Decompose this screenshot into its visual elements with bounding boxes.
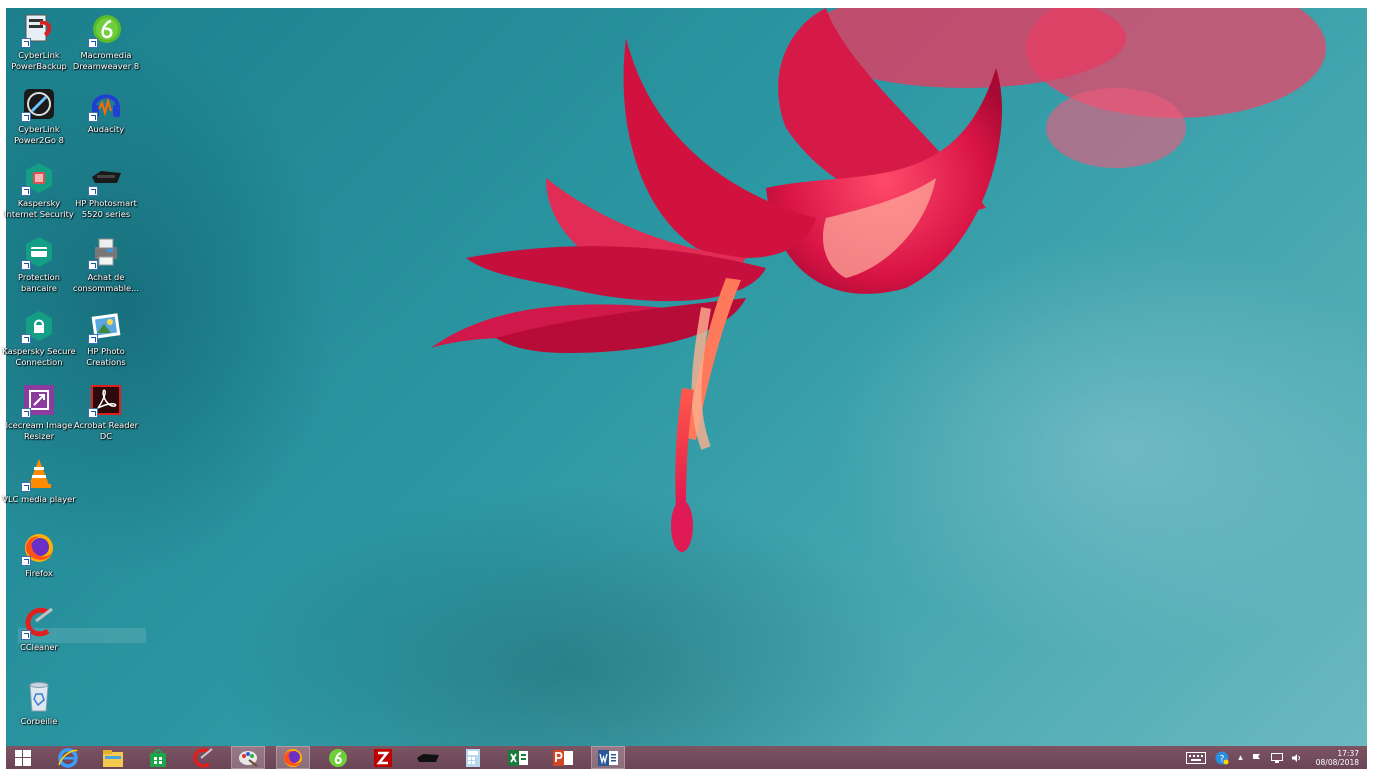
calculator-icon	[466, 748, 480, 767]
desktop-icon-achat-consommables[interactable]: Achat de consommable...	[72, 234, 140, 293]
desktop-screen: CyberLink PowerBackup Macromedia Dreamweav…	[0, 0, 1373, 769]
desktop-icon-icecream-image-resizer[interactable]: Icecream Image Resizer	[5, 382, 73, 441]
icecream-image-resizer-icon	[21, 382, 57, 418]
hp-photo-creations-icon	[88, 308, 124, 344]
desktop-icon-dreamweaver[interactable]: Macromedia Dreamweaver 8	[72, 12, 140, 71]
desktop-icon-label: CyberLink Power2Go 8	[14, 124, 64, 145]
desktop-icon-corbeille[interactable]: Corbeille	[5, 678, 73, 727]
desktop-icon-kaspersky-internet-security[interactable]: Kaspersky Internet Security	[4, 160, 74, 219]
internet-explorer-icon	[58, 747, 78, 768]
taskbar-store[interactable]	[141, 746, 175, 769]
flower-image	[431, 8, 1326, 552]
powerpoint-icon	[553, 749, 573, 766]
filezilla-icon	[374, 748, 392, 767]
start-button[interactable]	[6, 746, 40, 769]
desktop-icon-ccleaner[interactable]: CCleaner	[5, 604, 73, 653]
taskbar-word[interactable]	[591, 746, 625, 769]
desktop-icon-protection-bancaire[interactable]: Protection bancaire	[5, 234, 73, 293]
dreamweaver-icon	[88, 12, 124, 48]
vlc-icon	[21, 456, 57, 492]
desktop-icon-label: Kaspersky Secure Connection	[2, 346, 76, 367]
taskbar-filezilla[interactable]	[366, 746, 400, 769]
desktop-icon-label: Firefox	[25, 568, 53, 578]
store-icon	[150, 748, 166, 767]
desktop-icon-vlc-media-player[interactable]: VLC media player	[2, 456, 76, 505]
hp-printer-icon	[88, 160, 124, 196]
action-center-flag-icon[interactable]	[1252, 753, 1262, 763]
taskbar-hp-printer[interactable]	[411, 746, 445, 769]
desktop-icon-label: HP Photosmart 5520 series	[75, 198, 137, 219]
system-tray: ? ▴ 17:37 08/08/2018	[1177, 746, 1359, 769]
taskbar-ccleaner[interactable]	[186, 746, 220, 769]
network-icon[interactable]	[1270, 752, 1283, 763]
help-icon[interactable]: ?	[1215, 751, 1229, 765]
clock[interactable]: 17:37 08/08/2018	[1316, 749, 1359, 767]
word-icon	[598, 749, 618, 766]
desktop-icon-label: HP Photo Creations	[86, 346, 126, 367]
cyberlink-powerbackup-icon	[21, 12, 57, 48]
taskbar-dreamweaver[interactable]	[321, 746, 355, 769]
taskbar-internet-explorer[interactable]	[51, 746, 85, 769]
show-hidden-icons-chevron-icon[interactable]: ▴	[1238, 753, 1243, 763]
wallpaper	[6, 8, 1367, 746]
desktop-icon-kaspersky-secure-connection[interactable]: Kaspersky Secure Connection	[2, 308, 76, 367]
taskbar-firefox[interactable]	[276, 746, 310, 769]
desktop-icon-cyberlink-power2go[interactable]: CyberLink Power2Go 8	[5, 86, 73, 145]
volume-icon[interactable]	[1291, 753, 1302, 763]
paint-icon	[239, 750, 258, 767]
desktop-icon-label: Acrobat Reader DC	[73, 420, 138, 441]
desktop-icon-label: Achat de consommable...	[72, 272, 140, 293]
desktop-icon-cyberlink-powerbackup[interactable]: CyberLink PowerBackup	[5, 12, 73, 71]
clock-time: 17:37	[1337, 748, 1359, 758]
windows-start-icon	[15, 749, 31, 766]
desktop-icon-hp-photosmart[interactable]: HP Photosmart 5520 series	[72, 160, 140, 219]
kaspersky-internet-security-icon	[21, 160, 57, 196]
keyboard-icon[interactable]	[1186, 751, 1207, 764]
taskbar-file-explorer[interactable]	[96, 746, 130, 769]
hp-printer-icon	[417, 753, 439, 762]
firefox-icon	[284, 748, 302, 767]
recycle-bin-icon	[21, 678, 57, 714]
printer-supplies-icon	[88, 234, 124, 270]
desktop-icon-hp-photo-creations[interactable]: HP Photo Creations	[72, 308, 140, 367]
desktop-icon-label: Audacity	[87, 124, 125, 134]
desktop-icon-label: Protection bancaire	[18, 272, 60, 293]
desktop-icon-label: Corbeille	[20, 716, 58, 726]
taskbar-powerpoint[interactable]	[546, 746, 580, 769]
desktop-icon-label: VLC media player	[2, 494, 76, 504]
clock-date: 08/08/2018	[1315, 757, 1359, 767]
desktop-icon-audacity[interactable]: Audacity	[72, 86, 140, 135]
taskbar-paint[interactable]	[231, 746, 265, 769]
desktop-icon-label: CCleaner	[20, 642, 58, 652]
file-explorer-icon	[103, 749, 123, 767]
desktop-icon-label: Icecream Image Resizer	[5, 420, 73, 441]
firefox-icon	[21, 530, 57, 566]
cyberlink-power2go-icon	[21, 86, 57, 122]
protection-bancaire-icon	[21, 234, 57, 270]
taskbar-excel[interactable]	[501, 746, 535, 769]
dreamweaver-icon	[329, 748, 347, 767]
acrobat-reader-icon	[88, 382, 124, 418]
desktop-icon-firefox[interactable]: Firefox	[5, 530, 73, 579]
taskbar-calculator[interactable]	[456, 746, 490, 769]
desktop-icon-label: CyberLink PowerBackup	[11, 50, 67, 71]
taskbar: ? ▴ 17:37 08/08/2018	[6, 746, 1367, 769]
audacity-icon	[88, 86, 124, 122]
kaspersky-secure-connection-icon	[21, 308, 57, 344]
ccleaner-icon	[21, 604, 57, 640]
desktop-icon-acrobat-reader[interactable]: Acrobat Reader DC	[72, 382, 140, 441]
desktop-icon-label: Macromedia Dreamweaver 8	[72, 50, 140, 71]
excel-icon	[508, 749, 528, 766]
ccleaner-icon	[193, 747, 213, 767]
desktop-icon-label: Kaspersky Internet Security	[4, 198, 74, 219]
